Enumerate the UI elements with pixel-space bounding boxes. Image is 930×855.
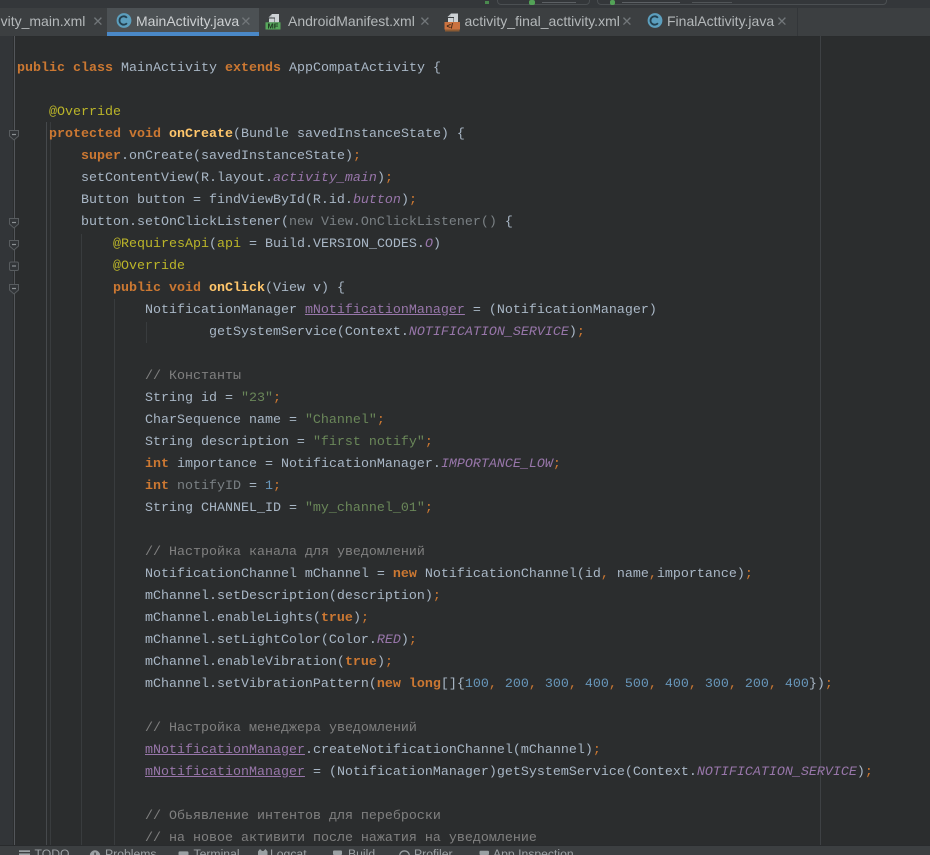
svg-text:MF: MF [268, 21, 279, 30]
svg-text:</: </ [447, 21, 454, 30]
